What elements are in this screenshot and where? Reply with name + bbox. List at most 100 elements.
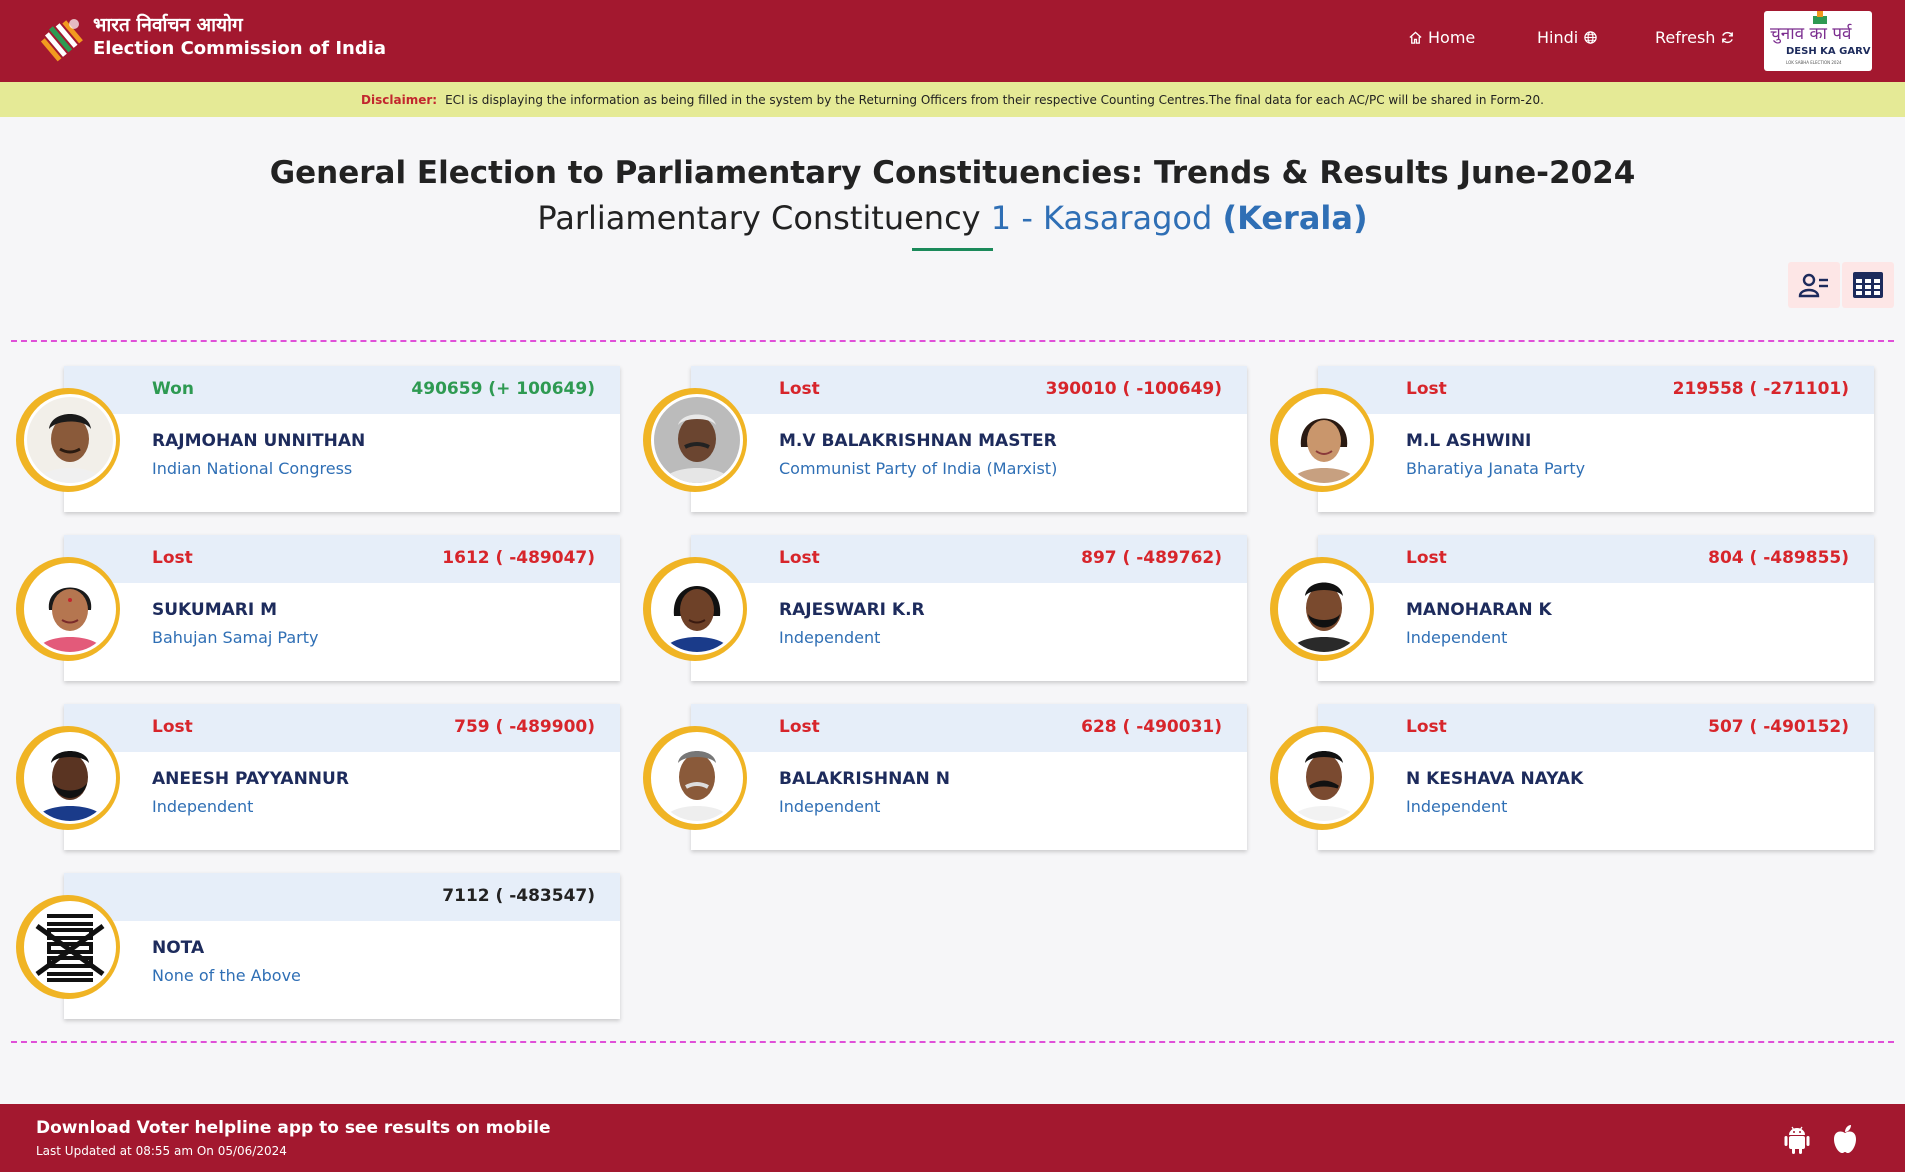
candidate-photo — [1278, 394, 1370, 486]
vote-count: 804 ( -489855) — [1708, 548, 1849, 568]
page-title: General Election to Parliamentary Consti… — [269, 155, 1636, 191]
table-view-button[interactable] — [1842, 262, 1894, 308]
vote-count: 759 ( -489900) — [454, 717, 595, 737]
result-status: Lost — [152, 717, 193, 737]
candidate-list-icon — [1798, 273, 1828, 298]
avatar-ring — [16, 388, 120, 492]
android-icon[interactable] — [1780, 1122, 1814, 1156]
card-box: Lost 390010 ( -100649) M.V BALAKRISHNAN … — [691, 366, 1247, 512]
disclaimer-text: ECI is displaying the information as bei… — [445, 92, 1544, 107]
card-box: Lost 759 ( -489900) ANEESH PAYYANNUR Ind… — [64, 704, 620, 850]
avatar-ring — [643, 726, 747, 830]
candidate-name: SUKUMARI M — [152, 600, 278, 620]
nota-icon — [24, 901, 116, 993]
badge-hindi: चुनाव का पर्व — [1770, 24, 1852, 44]
party-name: Indian National Congress — [152, 459, 353, 478]
card-box: Lost 628 ( -490031) BALAKRISHNAN N Indep… — [691, 704, 1247, 850]
candidate-name: RAJESWARI K.R — [779, 600, 925, 620]
candidate-card[interactable]: Won 490659 (+ 100649) RAJMOHAN UNNITHAN … — [16, 366, 644, 514]
eci-logo-icon[interactable] — [36, 14, 86, 64]
candidate-card[interactable]: Lost 804 ( -489855) MANOHARAN K Independ… — [1270, 535, 1898, 683]
badge-small: LOK SABHA ELECTION 2024 — [1786, 60, 1842, 65]
constituency-label: Parliamentary Constituency — [537, 199, 981, 237]
globe-icon — [1584, 31, 1597, 44]
apple-icon[interactable] — [1828, 1122, 1862, 1156]
card-box: Lost 219558 ( -271101) M.L ASHWINI Bhara… — [1318, 366, 1874, 512]
candidate-card[interactable]: Lost 219558 ( -271101) M.L ASHWINI Bhara… — [1270, 366, 1898, 514]
disclaimer-label: Disclaimer: — [361, 92, 438, 107]
party-name: Independent — [1406, 797, 1508, 816]
result-status: Lost — [779, 717, 820, 737]
result-status: Lost — [1406, 548, 1447, 568]
home-icon — [1409, 31, 1422, 44]
brand-title[interactable]: भारत निर्वाचन आयोग Election Commission o… — [93, 13, 386, 61]
nav-hindi-label: Hindi — [1537, 28, 1579, 47]
nota-card[interactable]: 7112 ( -483547) NOTA None of the Above — [16, 873, 644, 1021]
vote-count: 490659 (+ 100649) — [411, 379, 595, 399]
result-status: Lost — [1406, 717, 1447, 737]
brand-english: Election Commission of India — [93, 38, 387, 59]
candidate-photo — [651, 563, 743, 655]
candidate-name: MANOHARAN K — [1406, 600, 1552, 620]
constituency-name: 1 - Kasaragod — [990, 199, 1213, 237]
result-status: Lost — [152, 548, 193, 568]
candidate-name: M.L ASHWINI — [1406, 431, 1532, 451]
divider-bottom — [11, 1041, 1894, 1043]
candidate-photo — [24, 394, 116, 486]
candidate-card[interactable]: Lost 1612 ( -489047) SUKUMARI M Bahujan … — [16, 535, 644, 683]
candidate-card[interactable]: Lost 897 ( -489762) RAJESWARI K.R Indepe… — [643, 535, 1271, 683]
candidate-card[interactable]: Lost 507 ( -490152) N KESHAVA NAYAK Inde… — [1270, 704, 1898, 852]
candidate-card[interactable]: Lost 390010 ( -100649) M.V BALAKRISHNAN … — [643, 366, 1271, 514]
candidate-view-button[interactable] — [1788, 262, 1840, 308]
download-app-text: Download Voter helpline app to see resul… — [36, 1118, 551, 1138]
candidate-photo — [651, 732, 743, 824]
result-status: Lost — [779, 548, 820, 568]
candidate-card[interactable]: Lost 759 ( -489900) ANEESH PAYYANNUR Ind… — [16, 704, 644, 852]
card-box: 7112 ( -483547) NOTA None of the Above — [64, 873, 620, 1019]
candidate-name: M.V BALAKRISHNAN MASTER — [779, 431, 1057, 451]
vote-count: 628 ( -490031) — [1081, 717, 1222, 737]
title-underline — [912, 248, 993, 251]
vote-count: 897 ( -489762) — [1081, 548, 1222, 568]
refresh-icon — [1722, 31, 1734, 44]
brand-hindi: भारत निर्वाचन आयोग — [93, 14, 243, 36]
candidate-photo — [651, 394, 743, 486]
desh-ka-garv-badge[interactable]: चुनाव का पर्व DESH KA GARV LOK SABHA ELE… — [1764, 11, 1872, 71]
nav-hindi-link[interactable]: Hindi — [1537, 28, 1598, 47]
card-box: Lost 507 ( -490152) N KESHAVA NAYAK Inde… — [1318, 704, 1874, 850]
vote-count: 7112 ( -483547) — [442, 886, 595, 906]
table-icon — [1853, 272, 1883, 298]
result-status: Lost — [1406, 379, 1447, 399]
footer: Download Voter helpline app to see resul… — [0, 1104, 1905, 1172]
candidate-name: NOTA — [152, 938, 205, 958]
party-name: Communist Party of India (Marxist) — [779, 459, 1058, 478]
nav-home-link[interactable]: Home — [1408, 28, 1475, 47]
party-name: Independent — [779, 628, 881, 647]
vote-count: 390010 ( -100649) — [1045, 379, 1222, 399]
party-name: Independent — [779, 797, 881, 816]
vote-count: 219558 ( -271101) — [1672, 379, 1849, 399]
candidate-photo — [24, 563, 116, 655]
vote-count: 1612 ( -489047) — [442, 548, 595, 568]
candidate-card[interactable]: Lost 628 ( -490031) BALAKRISHNAN N Indep… — [643, 704, 1271, 852]
state-name: (Kerala) — [1222, 199, 1368, 237]
candidate-photo — [1278, 563, 1370, 655]
card-box: Won 490659 (+ 100649) RAJMOHAN UNNITHAN … — [64, 366, 620, 512]
party-name: Bharatiya Janata Party — [1406, 459, 1586, 478]
card-box: Lost 1612 ( -489047) SUKUMARI M Bahujan … — [64, 535, 620, 681]
divider-top — [11, 340, 1894, 342]
constituency-title: Parliamentary Constituency 1 - Kasaragod… — [0, 199, 1905, 237]
ballot-box-icon — [1813, 11, 1827, 24]
candidate-name: BALAKRISHNAN N — [779, 769, 950, 789]
candidate-photo — [24, 732, 116, 824]
party-name: Independent — [1406, 628, 1508, 647]
vote-count: 507 ( -490152) — [1708, 717, 1849, 737]
party-name: Independent — [152, 797, 254, 816]
nav-refresh-button[interactable]: Refresh — [1655, 28, 1735, 47]
avatar-ring — [643, 557, 747, 661]
avatar-ring — [1270, 388, 1374, 492]
avatar-ring — [1270, 557, 1374, 661]
party-name: Bahujan Samaj Party — [152, 628, 319, 647]
candidate-photo — [1278, 732, 1370, 824]
avatar-ring — [16, 895, 120, 999]
